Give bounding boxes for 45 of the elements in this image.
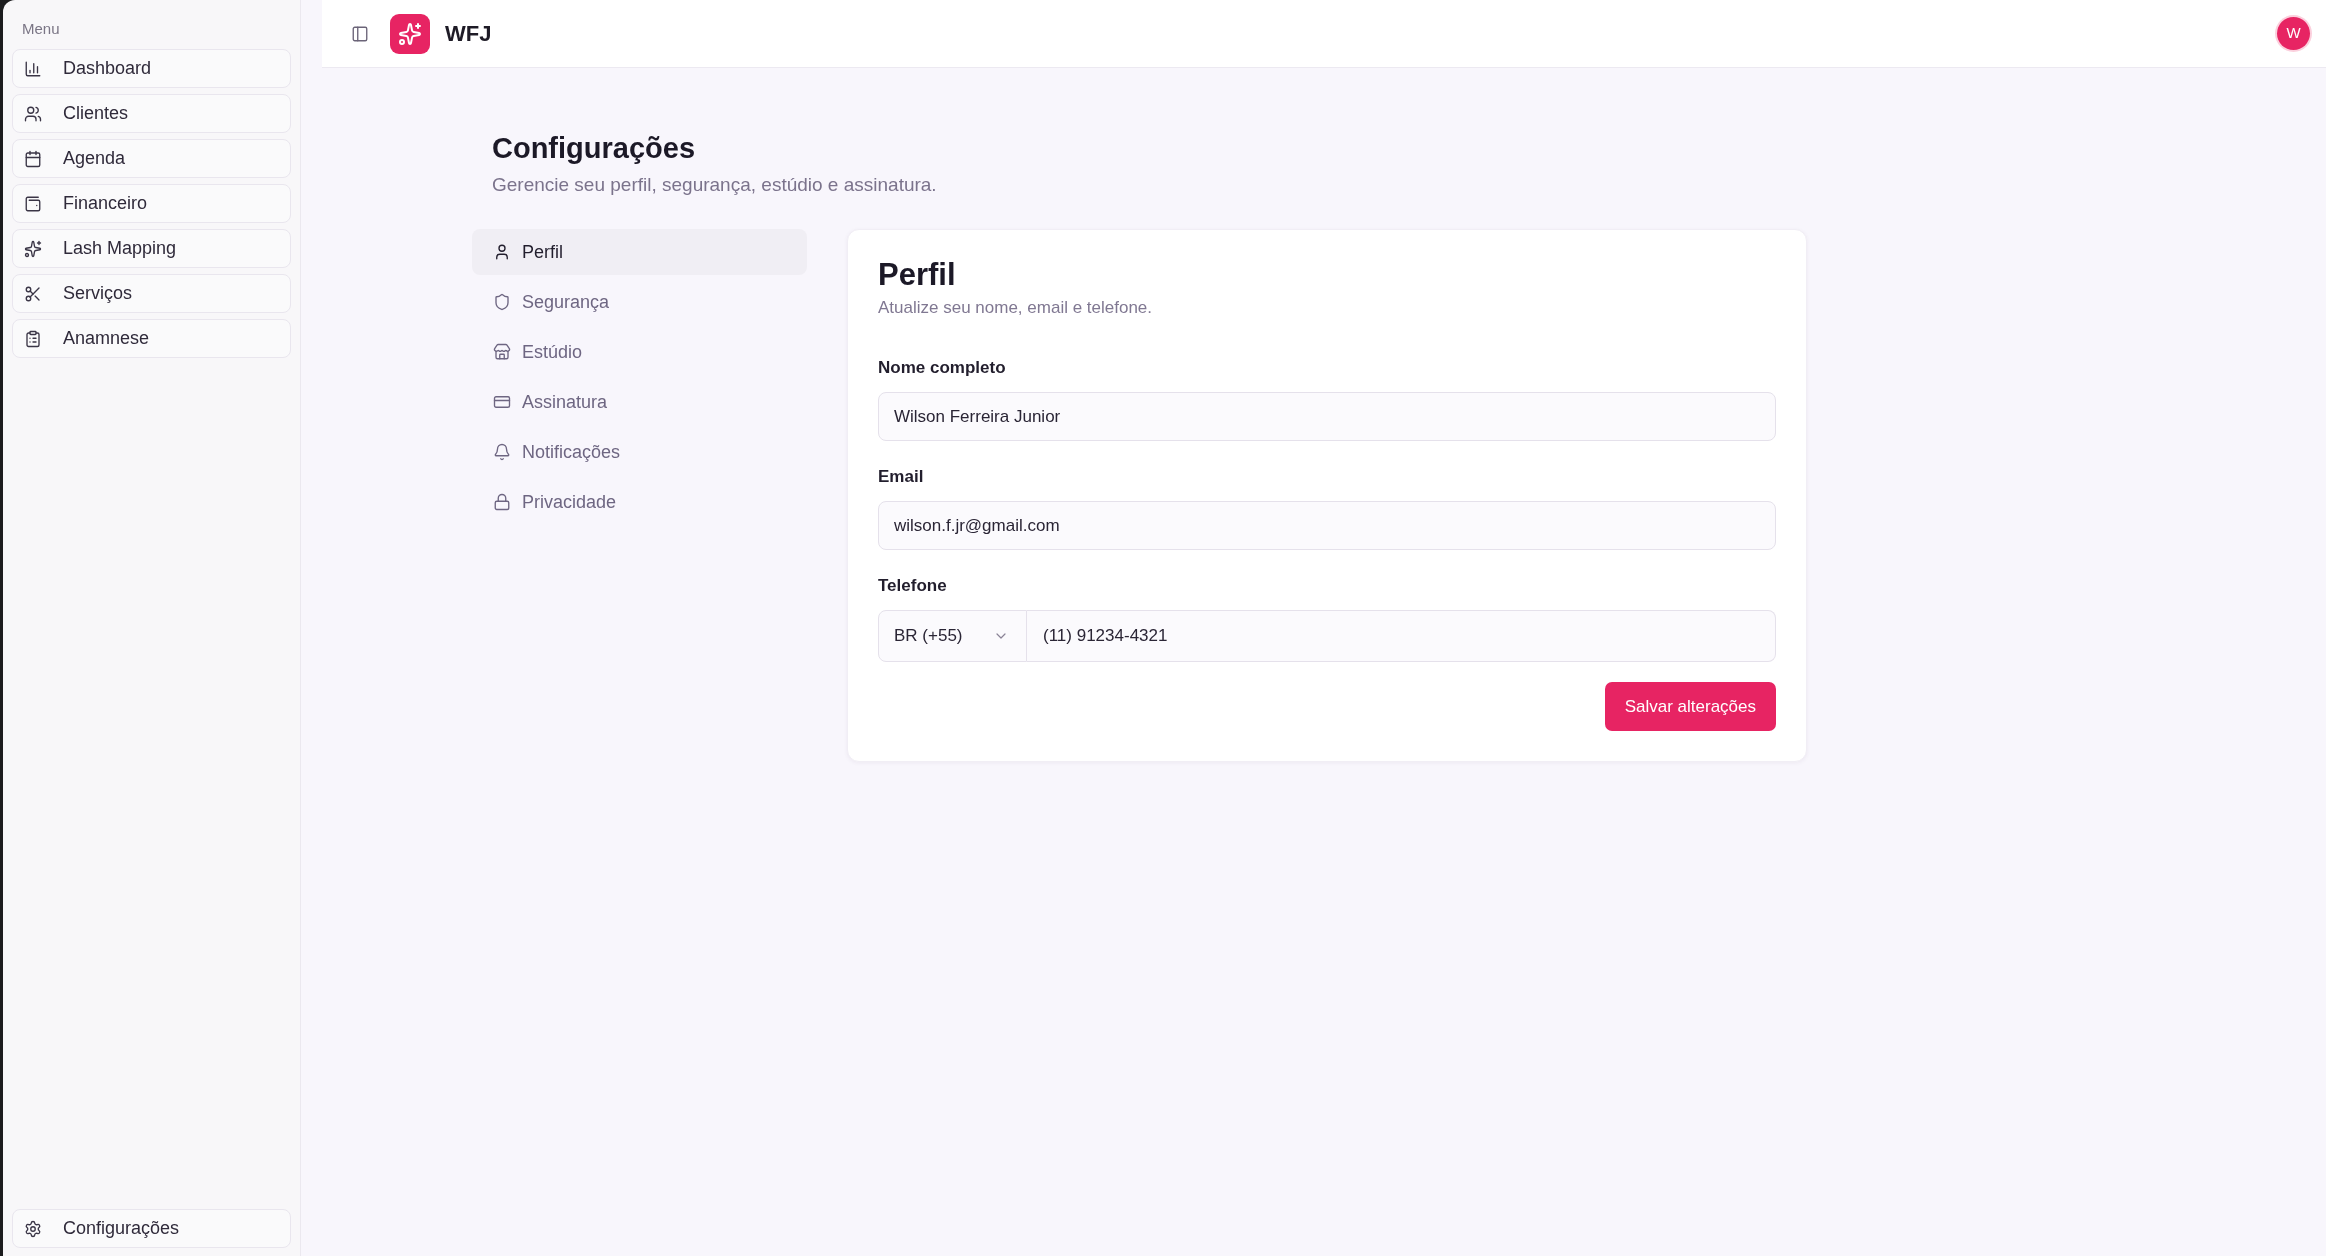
panel-icon xyxy=(351,24,369,43)
user-icon xyxy=(493,243,511,261)
sidebar-item[interactable]: Configurações xyxy=(12,1209,291,1248)
wallet-icon xyxy=(24,194,42,213)
settings-tab[interactable]: Assinatura xyxy=(472,379,807,425)
phone-input[interactable]: (11) 91234-4321 xyxy=(1027,610,1776,662)
page-subtitle: Gerencie seu perfil, segurança, estúdio e assinatura. xyxy=(491,173,938,197)
sparkle-icon xyxy=(24,239,42,258)
brand-name: WFJ xyxy=(445,20,492,48)
settings-icon xyxy=(24,1219,42,1238)
bell-icon xyxy=(493,443,511,461)
store-icon xyxy=(493,343,511,361)
sidebar-item[interactable]: Anamnese xyxy=(12,319,291,358)
credit-card-icon xyxy=(493,393,511,411)
sidebar-item[interactable]: Clientes xyxy=(12,94,291,133)
calendar-icon xyxy=(24,149,42,168)
page-title: Configurações xyxy=(491,131,697,166)
shield-icon xyxy=(493,293,511,311)
sidebar-item[interactable]: Lash Mapping xyxy=(12,229,291,268)
menu-section-label: Menu xyxy=(21,19,61,39)
field-label: Telefone xyxy=(878,575,948,597)
user-avatar[interactable]: W xyxy=(2277,17,2310,50)
lock-icon xyxy=(493,493,511,511)
settings-tab[interactable]: Privacidade xyxy=(472,479,807,525)
chart-icon xyxy=(24,59,42,78)
sidebar-item[interactable]: Financeiro xyxy=(12,184,291,223)
settings-tab[interactable]: Segurança xyxy=(472,279,807,325)
users-icon xyxy=(24,104,42,123)
scissors-icon xyxy=(24,284,42,303)
country-select[interactable]: BR (+55) xyxy=(878,610,1027,662)
field-label: Nome completo xyxy=(878,357,1007,379)
field-label: Email xyxy=(878,466,925,488)
text-input[interactable]: Wilson Ferreira Junior xyxy=(878,392,1776,441)
text-input[interactable]: wilson.f.jr@gmail.com xyxy=(878,501,1776,550)
card-subtitle: Atualize seu nome, email e telefone. xyxy=(878,297,1154,319)
card-title: Perfil xyxy=(878,256,957,294)
sidebar-item[interactable]: Agenda xyxy=(12,139,291,178)
save-button[interactable]: Salvar alterações xyxy=(1604,682,1776,731)
settings-tab[interactable]: Notificações xyxy=(472,429,807,475)
sparkle-logo-icon xyxy=(390,13,430,54)
clipboard-icon xyxy=(24,329,42,348)
settings-tab[interactable]: Estúdio xyxy=(472,329,807,375)
sidebar-item[interactable]: Serviços xyxy=(12,274,291,313)
sidebar-item[interactable]: Dashboard xyxy=(12,49,291,88)
settings-tab[interactable]: Perfil xyxy=(472,229,807,275)
